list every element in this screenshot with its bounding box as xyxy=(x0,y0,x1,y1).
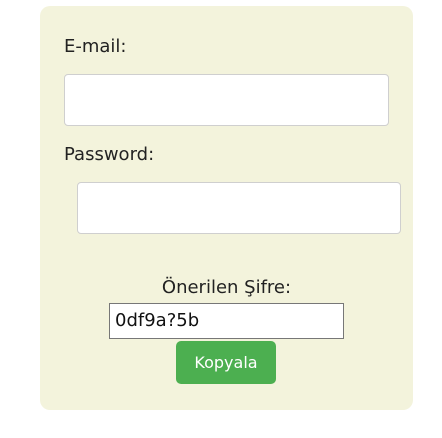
email-field[interactable] xyxy=(64,74,389,126)
copy-button[interactable]: Kopyala xyxy=(176,341,276,384)
suggested-password-field[interactable]: 0df9a?5b xyxy=(109,303,344,339)
email-label: E-mail: xyxy=(64,36,127,57)
password-label: Password: xyxy=(64,144,155,165)
signup-card: E-mail: Password: Önerilen Şifre: 0df9a?… xyxy=(40,6,413,410)
password-field[interactable] xyxy=(77,182,401,234)
suggested-password-label: Önerilen Şifre: xyxy=(161,277,292,298)
